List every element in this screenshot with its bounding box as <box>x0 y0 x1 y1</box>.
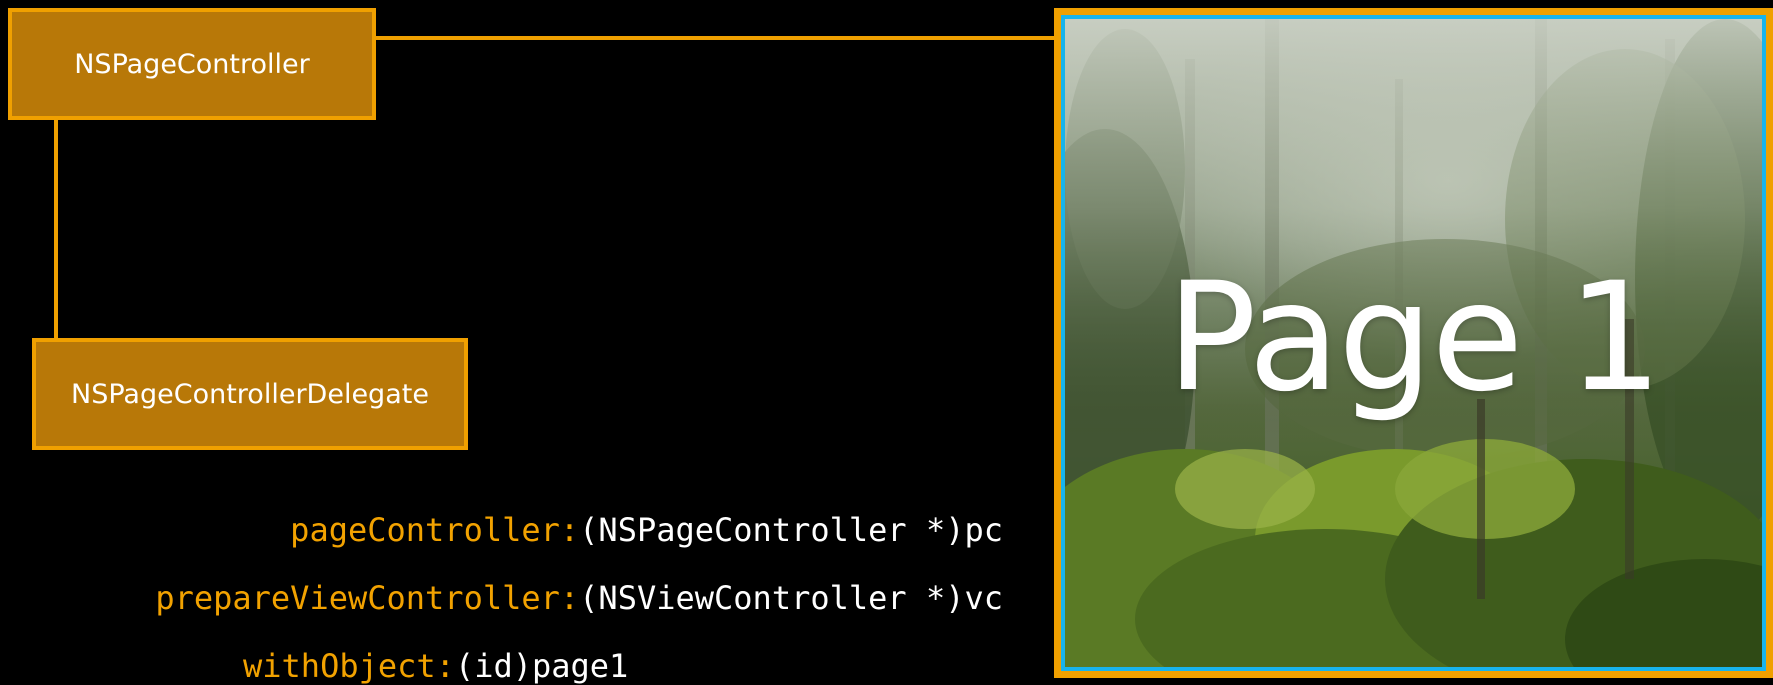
code-line-prepare-view-controller: prepareViewController:(NSViewController … <box>155 582 1003 614</box>
code-argument: (NSViewController *)vc <box>579 579 1003 617</box>
page-preview: Page 1 <box>1061 15 1766 671</box>
code-selector: pageController: <box>290 511 580 549</box>
page-controller-delegate-box: NSPageControllerDelegate <box>32 338 468 450</box>
code-line-with-object: withObject:(id)page1 <box>243 650 628 682</box>
code-selector: withObject: <box>243 647 455 685</box>
code-argument: (id)page1 <box>454 647 629 685</box>
code-argument: (NSPageController *)pc <box>579 511 1003 549</box>
connector-line-vertical <box>54 120 58 338</box>
connector-line-horizontal <box>376 36 1058 40</box>
page-title: Page 1 <box>1166 251 1662 425</box>
delegate-label: NSPageControllerDelegate <box>71 378 429 410</box>
code-line-page-controller: pageController:(NSPageController *)pc <box>290 514 1003 546</box>
page-controller-box: NSPageController <box>8 8 376 120</box>
page-controller-label: NSPageController <box>74 48 310 80</box>
code-selector: prepareViewController: <box>155 579 580 617</box>
page-preview-frame: Page 1 <box>1054 8 1773 678</box>
